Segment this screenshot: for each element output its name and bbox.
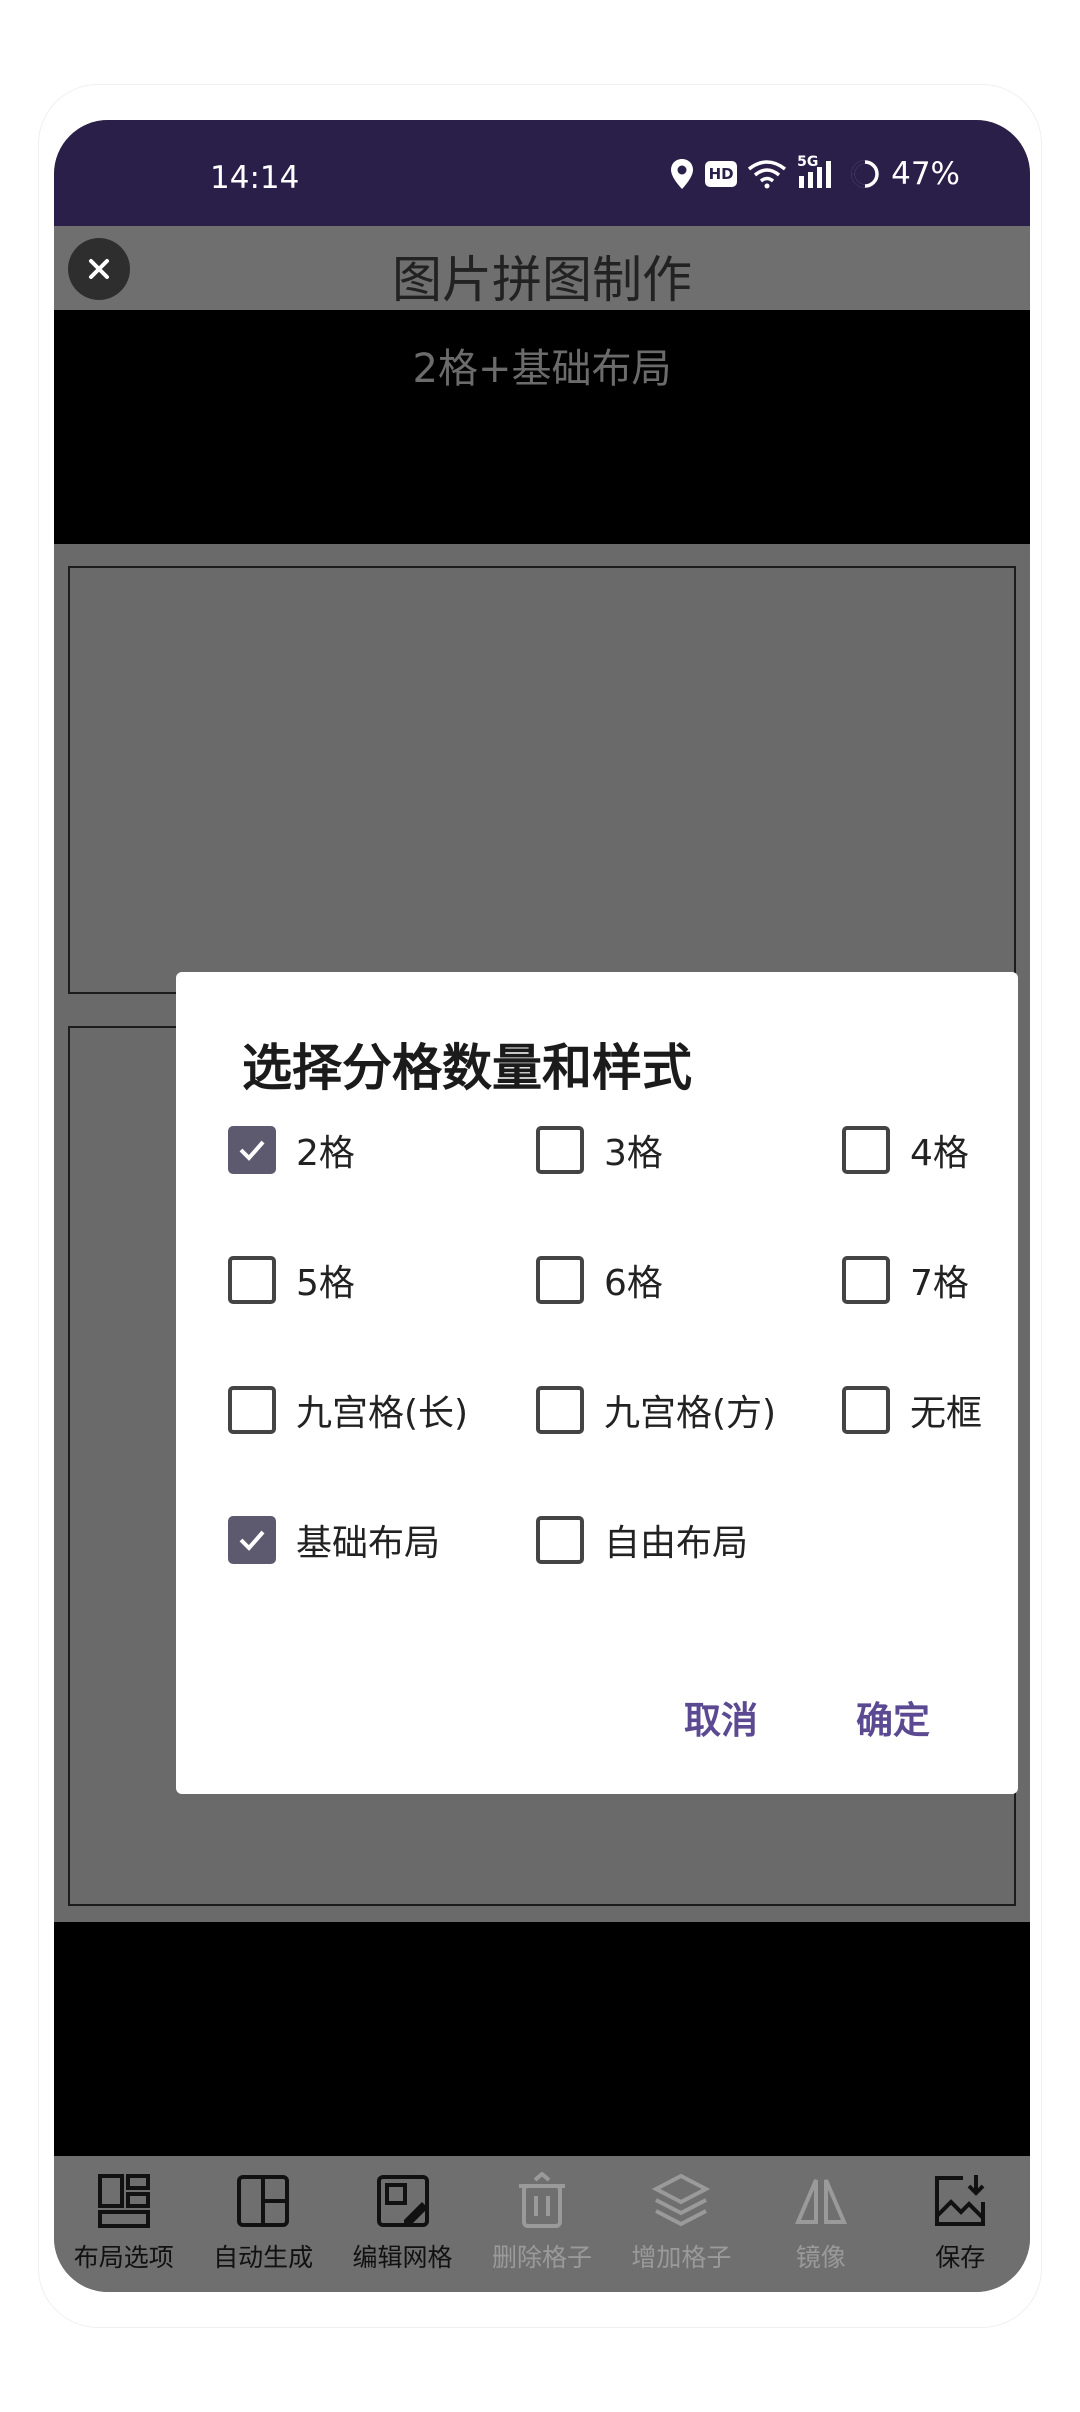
save-button[interactable]: 保存: [894, 2172, 1026, 2274]
toolbar-label: 删除格子: [491, 2243, 592, 2272]
option-label: 5格: [296, 1263, 355, 1304]
checkbox[interactable]: [536, 1386, 584, 1434]
option-nine-grid-square[interactable]: 九宫格(方): [536, 1380, 776, 1440]
collage-cell[interactable]: [68, 566, 1016, 994]
toolbar-label: 保存: [935, 2243, 986, 2272]
option-4-cells[interactable]: 4格: [842, 1120, 969, 1180]
hd-badge-text: HD: [708, 165, 734, 183]
checkbox[interactable]: [228, 1126, 276, 1174]
hd-icon: HD: [705, 161, 738, 187]
option-label: 7格: [910, 1263, 969, 1304]
layers-icon: [652, 2173, 711, 2227]
checkbox[interactable]: [842, 1386, 890, 1434]
status-time: 14:14: [210, 160, 300, 196]
location-icon: [671, 159, 694, 189]
toolbar-label: 编辑网格: [352, 2243, 453, 2272]
toolbar-label: 布局选项: [73, 2243, 174, 2272]
status-icons: HD 5G 47%: [669, 154, 960, 192]
bottom-toolbar: 布局选项 自动生成 编辑网格 删除格子 增加格子 镜像 保存: [54, 2156, 1030, 2292]
option-label: 6格: [604, 1263, 663, 1304]
checkbox[interactable]: [536, 1126, 584, 1174]
option-7-cells[interactable]: 7格: [842, 1250, 969, 1310]
cancel-button[interactable]: 取消: [684, 1690, 758, 1744]
option-6-cells[interactable]: 6格: [536, 1250, 663, 1310]
mirror-icon: [794, 2179, 847, 2224]
preview-header: 2格+基础布局: [54, 310, 1030, 544]
confirm-button[interactable]: 确定: [856, 1690, 930, 1744]
option-label: 九宫格(方): [604, 1393, 777, 1434]
auto-generate-button[interactable]: 自动生成: [197, 2172, 329, 2274]
option-label: 4格: [910, 1133, 969, 1174]
option-label: 九宫格(长): [296, 1393, 469, 1434]
signal-icon: 5G: [797, 154, 839, 190]
edit-grid-button[interactable]: 编辑网格: [337, 2172, 469, 2274]
grid-count-dialog: 选择分格数量和样式 2格 3格 4格 5格 6格 7格 九宫格(长) 九宫格(方…: [176, 972, 1018, 1794]
layout-caption: 2格+基础布局: [412, 346, 672, 392]
add-cell-button[interactable]: 增加格子: [615, 2172, 747, 2274]
option-free-layout[interactable]: 自由布局: [536, 1510, 748, 1570]
option-basic-layout[interactable]: 基础布局: [228, 1510, 440, 1570]
toolbar-label: 镜像: [795, 2243, 846, 2272]
checkbox[interactable]: [228, 1256, 276, 1304]
option-label: 无框: [910, 1393, 983, 1434]
option-label: 2格: [296, 1133, 355, 1174]
option-3-cells[interactable]: 3格: [536, 1120, 663, 1180]
save-image-icon: [935, 2175, 986, 2226]
checkbox[interactable]: [842, 1256, 890, 1304]
wifi-icon: [748, 160, 787, 189]
battery-percent: 47%: [891, 156, 960, 192]
delete-cell-button[interactable]: 删除格子: [476, 2172, 608, 2274]
layout-icon: [97, 2174, 150, 2228]
status-bar: 14:14 HD 5G 47%: [54, 120, 1030, 226]
option-nine-grid-long[interactable]: 九宫格(长): [228, 1380, 468, 1440]
page-title: 图片拼图制作: [392, 251, 692, 309]
checkbox[interactable]: [228, 1386, 276, 1434]
toolbar-label: 增加格子: [631, 2243, 732, 2272]
mirror-button[interactable]: 镜像: [755, 2172, 887, 2274]
layout-options-button[interactable]: 布局选项: [58, 2172, 190, 2274]
edit-grid-icon: [376, 2175, 429, 2227]
preview-footer: [54, 1922, 1030, 2156]
grid-icon: [237, 2175, 290, 2227]
checkmark-icon: [239, 1140, 265, 1161]
option-label: 3格: [604, 1133, 663, 1174]
checkbox[interactable]: [536, 1256, 584, 1304]
option-label: 基础布局: [296, 1523, 441, 1564]
battery-ring-icon: [851, 160, 879, 188]
checkmark-icon: [239, 1530, 265, 1551]
app-screen: 14:14 HD 5G 47% 图片拼图制作 2格+基础布局 布局选项 自动生成…: [54, 120, 1030, 2292]
option-no-frame[interactable]: 无框: [842, 1380, 982, 1440]
checkbox[interactable]: [536, 1516, 584, 1564]
checkbox[interactable]: [842, 1126, 890, 1174]
option-label: 自由布局: [604, 1523, 749, 1564]
dialog-title: 选择分格数量和样式: [242, 1039, 692, 1097]
toolbar-label: 自动生成: [213, 2243, 314, 2272]
option-5-cells[interactable]: 5格: [228, 1250, 355, 1310]
checkbox[interactable]: [228, 1516, 276, 1564]
trash-icon: [518, 2172, 565, 2228]
title-bar: 图片拼图制作: [54, 226, 1030, 310]
option-2-cells[interactable]: 2格: [228, 1120, 355, 1180]
